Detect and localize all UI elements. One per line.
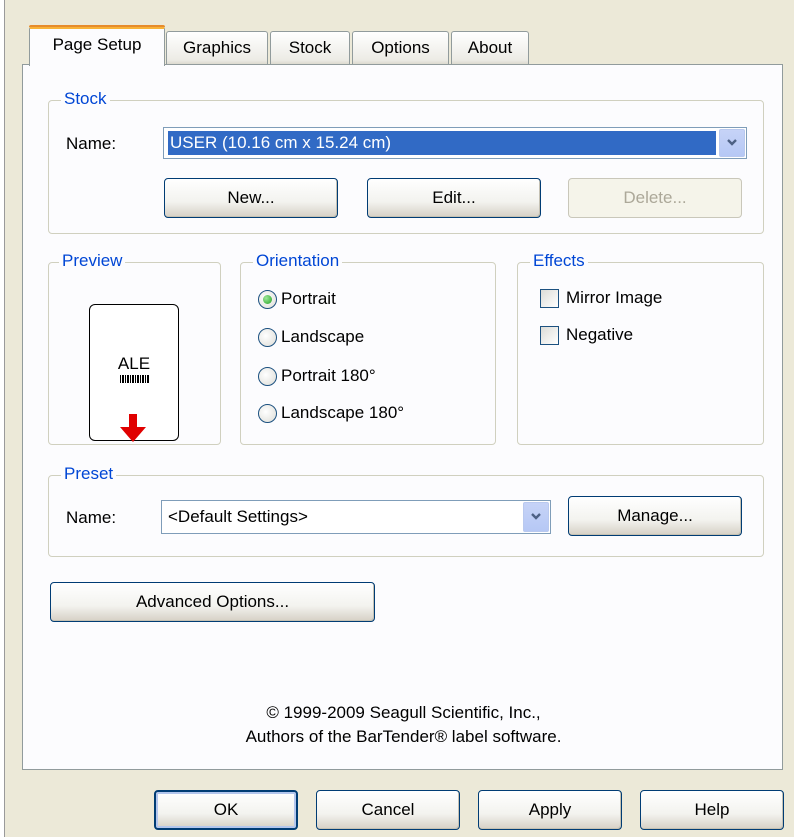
tab-panel-page-setup: Stock Name: USER (10.16 cm x 15.24 cm) N…: [22, 64, 783, 770]
stock-dropdown-button[interactable]: [719, 129, 745, 157]
window-left-edge: [0, 0, 5, 837]
copyright-line-1: © 1999-2009 Seagull Scientific, Inc.,: [266, 703, 541, 722]
down-arrow-icon: [120, 414, 146, 442]
radio-portrait[interactable]: [258, 290, 277, 309]
preset-name-select[interactable]: <Default Settings>: [161, 500, 551, 534]
radio-landscape-180-label[interactable]: Landscape 180°: [281, 402, 404, 424]
negative-label[interactable]: Negative: [566, 324, 633, 346]
effects-group: Effects Mirror Image Negative: [517, 251, 764, 445]
preset-manage-button[interactable]: Manage...: [568, 496, 742, 536]
tab-page-setup[interactable]: Page Setup: [29, 25, 165, 66]
orientation-group: Orientation Portrait Landscape Portrait …: [240, 251, 496, 445]
tab-about[interactable]: About: [451, 31, 529, 65]
radio-portrait-180[interactable]: [258, 367, 277, 386]
stock-delete-button[interactable]: Delete...: [568, 178, 742, 218]
stock-name-label: Name:: [66, 134, 117, 153]
preview-group-title: Preview: [59, 251, 126, 271]
radio-landscape-label[interactable]: Landscape: [281, 326, 364, 348]
label-preview: ALE: [89, 304, 179, 442]
mirror-image-checkbox[interactable]: [540, 289, 559, 308]
stock-edit-button[interactable]: Edit...: [367, 178, 541, 218]
effects-group-title: Effects: [530, 251, 588, 271]
advanced-options-button[interactable]: Advanced Options...: [50, 582, 375, 622]
orientation-group-title: Orientation: [253, 251, 343, 271]
stock-name-select[interactable]: USER (10.16 cm x 15.24 cm): [163, 127, 747, 159]
chevron-down-icon: [531, 513, 541, 520]
stock-group: Stock Name: USER (10.16 cm x 15.24 cm) N…: [48, 89, 764, 234]
barcode-icon: [120, 375, 150, 383]
cancel-button[interactable]: Cancel: [316, 790, 460, 830]
stock-new-button[interactable]: New...: [164, 178, 338, 218]
radio-portrait-label[interactable]: Portrait: [281, 288, 336, 310]
preset-name-value: <Default Settings>: [168, 507, 308, 526]
tab-stock[interactable]: Stock: [270, 31, 350, 65]
mirror-image-label[interactable]: Mirror Image: [566, 287, 662, 309]
radio-portrait-180-label[interactable]: Portrait 180°: [281, 365, 376, 387]
preset-group: Preset Name: <Default Settings> Manage..…: [48, 464, 764, 557]
help-button[interactable]: Help: [640, 790, 784, 830]
preview-group: Preview ALE: [48, 251, 221, 445]
stock-name-value: USER (10.16 cm x 15.24 cm): [168, 131, 716, 155]
copyright-line-2: Authors of the BarTender® label software…: [245, 727, 562, 746]
apply-button[interactable]: Apply: [478, 790, 622, 830]
preset-dropdown-button[interactable]: [523, 502, 549, 532]
stock-group-title: Stock: [61, 89, 110, 109]
radio-landscape[interactable]: [258, 328, 277, 347]
chevron-down-icon: [727, 139, 737, 146]
tab-options[interactable]: Options: [352, 31, 449, 65]
preset-group-title: Preset: [61, 464, 117, 484]
tab-graphics[interactable]: Graphics: [166, 31, 268, 65]
ok-button[interactable]: OK: [154, 790, 298, 830]
preview-label-text: ALE: [117, 354, 151, 373]
radio-landscape-180[interactable]: [258, 404, 277, 423]
negative-checkbox[interactable]: [540, 326, 559, 345]
preset-name-label: Name:: [66, 508, 117, 527]
